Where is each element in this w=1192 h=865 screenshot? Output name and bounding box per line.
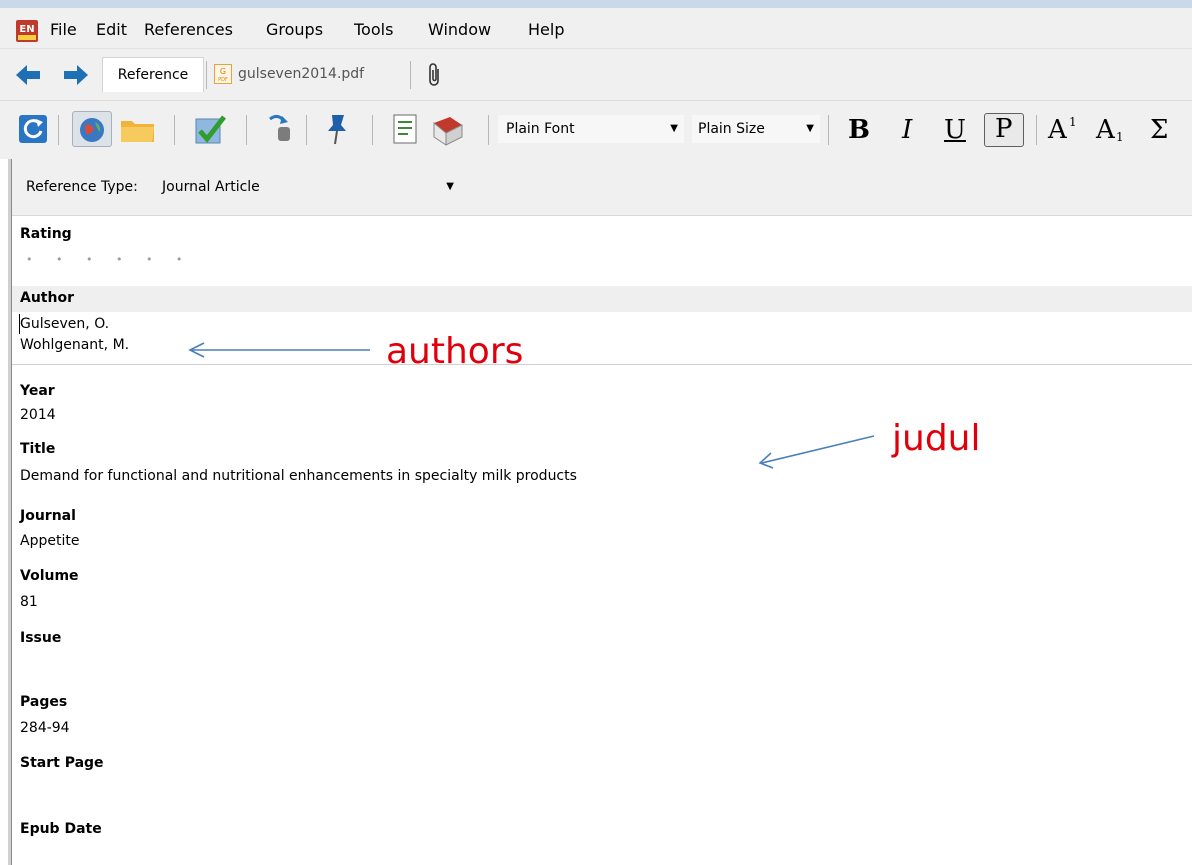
- checkmark-icon[interactable]: [190, 111, 230, 147]
- pdf-file-icon: G PDF: [214, 64, 232, 84]
- font-dropdown-value: Plain Font: [506, 121, 575, 137]
- format-bibliography-icon[interactable]: [388, 111, 422, 147]
- rating-label: Rating: [20, 226, 72, 242]
- tab-separator: [206, 61, 207, 89]
- subscript-mark: 1: [1116, 130, 1124, 144]
- authors-annotation: authors: [386, 331, 524, 372]
- superscript-letter: A: [1048, 115, 1067, 145]
- size-dropdown[interactable]: Plain Size ▼: [692, 115, 820, 143]
- window-top-strip: [0, 0, 1192, 8]
- superscript-mark: 1: [1069, 115, 1077, 129]
- menu-window[interactable]: Window: [428, 18, 491, 42]
- superscript-button[interactable]: A 1: [1048, 112, 1088, 148]
- insert-citation-icon[interactable]: [262, 111, 296, 147]
- plain-button-label: P: [995, 114, 1013, 144]
- tab-reference[interactable]: Reference: [102, 57, 204, 92]
- volume-value[interactable]: 81: [20, 592, 38, 612]
- font-dropdown[interactable]: Plain Font ▼: [498, 115, 684, 143]
- menu-bar: EN File Edit References Groups Tools Win…: [0, 8, 1192, 48]
- menu-file[interactable]: File: [50, 18, 77, 42]
- menu-tools[interactable]: Tools: [354, 18, 393, 42]
- menu-edit[interactable]: Edit: [96, 18, 127, 42]
- year-value[interactable]: 2014: [20, 405, 56, 425]
- pages-label: Pages: [20, 694, 68, 710]
- menu-references[interactable]: References: [144, 18, 233, 42]
- subscript-letter: A: [1096, 115, 1115, 145]
- globe-icon: [80, 118, 104, 142]
- back-arrow-icon[interactable]: [16, 65, 40, 85]
- author-field-divider: [12, 364, 1192, 365]
- judul-annotation: judul: [892, 418, 981, 459]
- underline-button[interactable]: U: [944, 112, 966, 148]
- reference-type-row: Reference Type: Journal Article ▼: [12, 159, 1192, 216]
- title-label: Title: [20, 441, 56, 457]
- subscript-button[interactable]: A 1: [1096, 112, 1136, 148]
- pushpin-icon[interactable]: [320, 111, 354, 147]
- plain-button[interactable]: P: [984, 113, 1024, 147]
- rating-stars[interactable]: • • • • • •: [26, 253, 192, 266]
- toolbar-separator: [1036, 115, 1037, 145]
- toolbar-separator: [174, 115, 175, 145]
- toolbar-separator: [246, 115, 247, 145]
- symbol-button[interactable]: Σ: [1150, 112, 1168, 148]
- online-search-button[interactable]: [72, 111, 112, 147]
- journal-value[interactable]: Appetite: [20, 531, 79, 551]
- chevron-down-icon: ▼: [670, 123, 678, 134]
- reference-type-select[interactable]: Journal Article ▼: [162, 174, 462, 200]
- svg-text:EN: EN: [19, 24, 34, 35]
- toolbar-separator: [58, 115, 59, 145]
- formatting-toolbar: Plain Font ▼ Plain Size ▼ B I U P A 1 A …: [0, 100, 1192, 160]
- author-label-highlight: [12, 286, 1192, 312]
- start-page-label: Start Page: [20, 755, 104, 771]
- volume-label: Volume: [20, 568, 79, 584]
- journal-label: Journal: [20, 508, 76, 524]
- tab-pdf[interactable]: G PDF gulseven2014.pdf: [214, 57, 372, 91]
- author-value-1[interactable]: Gulseven, O.: [20, 314, 109, 334]
- tab-separator: [410, 61, 411, 89]
- issue-label: Issue: [20, 630, 62, 646]
- chevron-down-icon: ▼: [806, 123, 814, 134]
- author-value-2[interactable]: Wohlgenant, M.: [20, 335, 129, 355]
- paperclip-icon[interactable]: [428, 63, 442, 87]
- editor-left-border: [8, 159, 12, 865]
- folder-icon[interactable]: [118, 111, 158, 147]
- size-dropdown-value: Plain Size: [698, 121, 765, 137]
- toolbar-separator: [306, 115, 307, 145]
- italic-button[interactable]: I: [902, 112, 912, 148]
- epub-date-label: Epub Date: [20, 821, 102, 837]
- author-label: Author: [20, 290, 74, 306]
- export-book-icon[interactable]: [428, 111, 468, 147]
- reference-tab-bar: Reference G PDF gulseven2014.pdf: [0, 48, 1192, 101]
- endnote-app-icon[interactable]: EN: [16, 20, 38, 42]
- toolbar-separator: [372, 115, 373, 145]
- title-value[interactable]: Demand for functional and nutritional en…: [20, 466, 577, 486]
- reference-type-label: Reference Type:: [26, 179, 138, 195]
- pages-value[interactable]: 284-94: [20, 718, 70, 738]
- bold-button[interactable]: B: [848, 112, 870, 148]
- svg-text:G: G: [220, 67, 226, 76]
- forward-arrow-icon[interactable]: [64, 65, 88, 85]
- menu-groups[interactable]: Groups: [266, 18, 323, 42]
- toolbar-separator: [828, 115, 829, 145]
- chevron-down-icon: ▼: [446, 181, 454, 192]
- svg-text:PDF: PDF: [218, 77, 228, 83]
- menu-help[interactable]: Help: [528, 18, 564, 42]
- sync-icon[interactable]: [16, 111, 50, 147]
- reference-editor: Reference Type: Journal Article ▼ Rating…: [0, 159, 1192, 865]
- year-label: Year: [20, 383, 55, 399]
- tab-pdf-label: gulseven2014.pdf: [238, 66, 365, 82]
- toolbar-separator: [488, 115, 489, 145]
- reference-type-value: Journal Article: [162, 179, 260, 195]
